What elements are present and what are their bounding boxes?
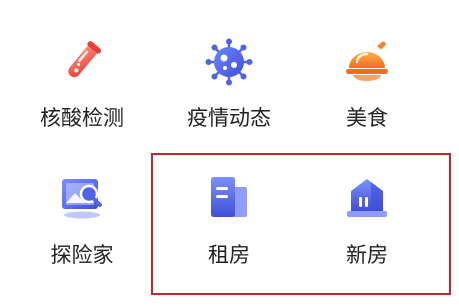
roast-chicken-icon xyxy=(346,41,388,81)
photo-search-icon xyxy=(62,179,102,219)
service-item-new-house[interactable]: 新房 xyxy=(302,173,432,303)
house-icon xyxy=(347,179,387,217)
service-item-rent[interactable]: 租房 xyxy=(164,173,294,303)
service-label: 美食 xyxy=(346,106,388,130)
service-item-explorer[interactable]: 探险家 xyxy=(17,173,147,303)
test-tube-icon xyxy=(68,41,102,78)
service-grid: 核酸检测 疫情动态 美食 探险家 租房 新房 xyxy=(0,0,459,306)
buildings-icon xyxy=(211,177,247,217)
service-item-epidemic-news[interactable]: 疫情动态 xyxy=(164,38,294,168)
service-label: 租房 xyxy=(208,243,250,267)
service-label: 探险家 xyxy=(50,243,114,267)
service-label: 新房 xyxy=(346,243,388,267)
service-label: 核酸检测 xyxy=(40,106,124,130)
service-label: 疫情动态 xyxy=(187,106,271,130)
service-item-nucleic-acid-test[interactable]: 核酸检测 xyxy=(17,38,147,168)
service-item-food[interactable]: 美食 xyxy=(302,38,432,168)
virus-icon xyxy=(205,38,253,86)
